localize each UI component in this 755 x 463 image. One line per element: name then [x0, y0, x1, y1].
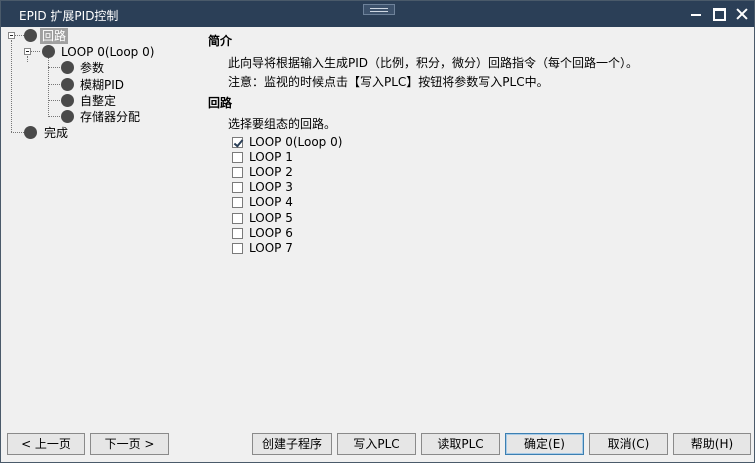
loops-heading: 回路 — [208, 96, 233, 110]
minimize-icon[interactable] — [687, 5, 705, 23]
epid-wizard-window: EPID 扩展PID控制 回路 LOOP 0(Loop 0) 参数 模糊PID … — [0, 0, 755, 463]
tree-item-params[interactable]: 参数 — [80, 60, 104, 76]
tree-line — [48, 116, 60, 117]
tree-item-done[interactable]: 完成 — [44, 125, 68, 141]
tree-item-memory[interactable]: 存储器分配 — [80, 109, 140, 125]
navigation-tree: 回路 LOOP 0(Loop 0) 参数 模糊PID 自整定 存储器分配 完成 — [1, 27, 196, 427]
loop-option-2[interactable]: LOOP 2 — [232, 165, 293, 179]
tree-line — [11, 132, 24, 133]
loop-checkbox[interactable] — [232, 151, 243, 163]
tree-line — [48, 84, 60, 85]
loop-label: LOOP 0(Loop 0) — [249, 135, 343, 149]
loop-label: LOOP 7 — [249, 241, 293, 255]
loop-option-4[interactable]: LOOP 4 — [232, 195, 293, 209]
write-plc-button[interactable]: 写入PLC — [337, 433, 416, 455]
create-subroutine-button[interactable]: 创建子程序 — [252, 433, 332, 455]
window-title: EPID 扩展PID控制 — [19, 9, 119, 23]
tree-line — [31, 51, 40, 52]
loop-checkbox[interactable] — [232, 196, 243, 208]
loop-checkbox[interactable] — [232, 242, 243, 254]
intro-heading: 简介 — [208, 34, 233, 48]
prev-page-button[interactable]: < 上一页 — [7, 433, 85, 455]
loop-option-5[interactable]: LOOP 5 — [232, 211, 293, 225]
tree-item-loop0[interactable]: LOOP 0(Loop 0) — [61, 44, 154, 60]
loop-checkbox[interactable] — [232, 166, 243, 178]
loop-label: LOOP 1 — [249, 150, 293, 164]
intro-note: 注意：监视的时候点击【写入PLC】按钮将参数写入PLC中。 — [228, 75, 549, 89]
ok-button[interactable]: 确定(E) — [505, 433, 584, 455]
tree-item-loops[interactable]: 回路 — [40, 28, 69, 44]
tree-item-autotune[interactable]: 自整定 — [80, 93, 116, 109]
loop-label: LOOP 4 — [249, 195, 293, 209]
tree-line — [48, 67, 60, 68]
drag-grip-icon[interactable] — [363, 4, 395, 15]
tree-line — [27, 56, 28, 62]
loop-label: LOOP 2 — [249, 165, 293, 179]
tree-node-icon — [24, 29, 37, 42]
help-button[interactable]: 帮助(H) — [673, 433, 751, 455]
tree-item-fuzzy-pid[interactable]: 模糊PID — [80, 77, 124, 93]
loop-label: LOOP 3 — [249, 180, 293, 194]
tree-line — [15, 35, 24, 36]
loops-prompt: 选择要组态的回路。 — [228, 117, 337, 131]
tree-node-icon — [24, 126, 37, 139]
tree-node-icon — [61, 110, 74, 123]
collapse-icon[interactable] — [24, 48, 31, 55]
loop-option-3[interactable]: LOOP 3 — [232, 180, 293, 194]
loop-label: LOOP 6 — [249, 226, 293, 240]
read-plc-button[interactable]: 读取PLC — [421, 433, 500, 455]
tree-line — [48, 100, 60, 101]
tree-line — [11, 40, 12, 132]
loop-option-0[interactable]: LOOP 0(Loop 0) — [232, 135, 342, 149]
loop-option-1[interactable]: LOOP 1 — [232, 150, 293, 164]
loop-label: LOOP 5 — [249, 211, 293, 225]
tree-node-icon — [61, 94, 74, 107]
tree-node-icon — [42, 45, 55, 58]
tree-node-icon — [61, 78, 74, 91]
loop-checkbox[interactable] — [232, 181, 243, 193]
next-page-button[interactable]: 下一页 > — [90, 433, 169, 455]
tree-line — [48, 57, 49, 117]
loop-checkbox[interactable] — [232, 136, 243, 148]
title-bar[interactable]: EPID 扩展PID控制 — [1, 1, 754, 27]
loop-checkbox[interactable] — [232, 212, 243, 224]
loop-option-7[interactable]: LOOP 7 — [232, 241, 293, 255]
tree-node-icon — [61, 61, 74, 74]
close-icon[interactable] — [733, 5, 751, 23]
maximize-icon[interactable] — [710, 5, 728, 23]
collapse-icon[interactable] — [8, 32, 15, 39]
loop-checkbox[interactable] — [232, 227, 243, 239]
loop-option-6[interactable]: LOOP 6 — [232, 226, 293, 240]
cancel-button[interactable]: 取消(C) — [589, 433, 668, 455]
intro-text: 此向导将根据输入生成PID（比例，积分，微分）回路指令（每个回路一个）。 — [228, 56, 639, 70]
